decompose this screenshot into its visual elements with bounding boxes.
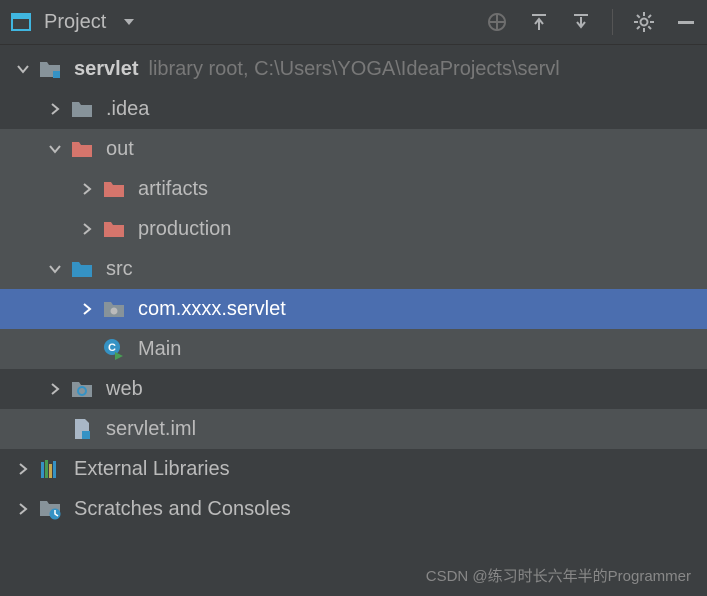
folder-icon <box>70 97 94 121</box>
web-folder-icon <box>70 377 94 401</box>
project-tool-icon <box>8 9 34 35</box>
chevron-right-icon[interactable] <box>46 380 64 398</box>
module-folder-icon <box>38 57 62 81</box>
chevron-down-icon[interactable] <box>14 60 32 78</box>
tree-node-main[interactable]: C Main <box>0 329 707 369</box>
chevron-right-icon[interactable] <box>46 100 64 118</box>
scratches-icon <box>38 497 62 521</box>
tree-node-out[interactable]: out <box>0 129 707 169</box>
tree-node-src[interactable]: src <box>0 249 707 289</box>
tree-node-scratches[interactable]: Scratches and Consoles <box>0 489 707 529</box>
tree-node-production[interactable]: production <box>0 209 707 249</box>
expand-all-icon[interactable] <box>526 9 552 35</box>
package-icon <box>102 297 126 321</box>
node-label: artifacts <box>138 178 208 201</box>
tree-node-web[interactable]: web <box>0 369 707 409</box>
separator <box>612 9 613 35</box>
tree-node-package[interactable]: com.xxxx.servlet <box>0 289 707 329</box>
tree-node-iml[interactable]: servlet.iml <box>0 409 707 449</box>
chevron-down-icon[interactable] <box>46 260 64 278</box>
tool-window-header: Project <box>0 0 707 45</box>
node-label: com.xxxx.servlet <box>138 298 286 321</box>
node-label: production <box>138 218 231 241</box>
dropdown-arrow-icon[interactable] <box>116 9 142 35</box>
chevron-right-icon[interactable] <box>78 220 96 238</box>
svg-text:C: C <box>108 342 116 354</box>
node-label: servlet.iml <box>106 418 196 441</box>
gear-icon[interactable] <box>631 9 657 35</box>
tree-node-idea[interactable]: .idea <box>0 89 707 129</box>
project-tree[interactable]: servlet library root, C:\Users\YOGA\Idea… <box>0 45 707 529</box>
select-opened-file-icon[interactable] <box>484 9 510 35</box>
node-label: out <box>106 138 134 161</box>
source-folder-icon <box>70 257 94 281</box>
tree-node-root[interactable]: servlet library root, C:\Users\YOGA\Idea… <box>0 49 707 89</box>
node-label: web <box>106 378 143 401</box>
watermark-text: CSDN @练习时长六年半的Programmer <box>426 565 691 586</box>
node-label: External Libraries <box>74 458 230 481</box>
excluded-folder-icon <box>102 217 126 241</box>
chevron-down-icon[interactable] <box>46 140 64 158</box>
node-label: Main <box>138 338 181 361</box>
tree-node-artifacts[interactable]: artifacts <box>0 169 707 209</box>
tool-window-title[interactable]: Project <box>44 11 106 34</box>
excluded-folder-icon <box>70 137 94 161</box>
node-label: .idea <box>106 98 149 121</box>
libraries-icon <box>38 457 62 481</box>
tree-node-external-libraries[interactable]: External Libraries <box>0 449 707 489</box>
java-class-runnable-icon: C <box>102 337 126 361</box>
node-hint: library root, C:\Users\YOGA\IdeaProjects… <box>149 58 560 81</box>
collapse-all-icon[interactable] <box>568 9 594 35</box>
excluded-folder-icon <box>102 177 126 201</box>
hide-icon[interactable] <box>673 9 699 35</box>
chevron-right-icon[interactable] <box>78 180 96 198</box>
node-label: servlet <box>74 58 139 81</box>
node-label: Scratches and Consoles <box>74 498 291 521</box>
chevron-right-icon[interactable] <box>14 460 32 478</box>
chevron-right-icon[interactable] <box>78 300 96 318</box>
chevron-right-icon[interactable] <box>14 500 32 518</box>
node-label: src <box>106 258 133 281</box>
iml-file-icon <box>70 417 94 441</box>
